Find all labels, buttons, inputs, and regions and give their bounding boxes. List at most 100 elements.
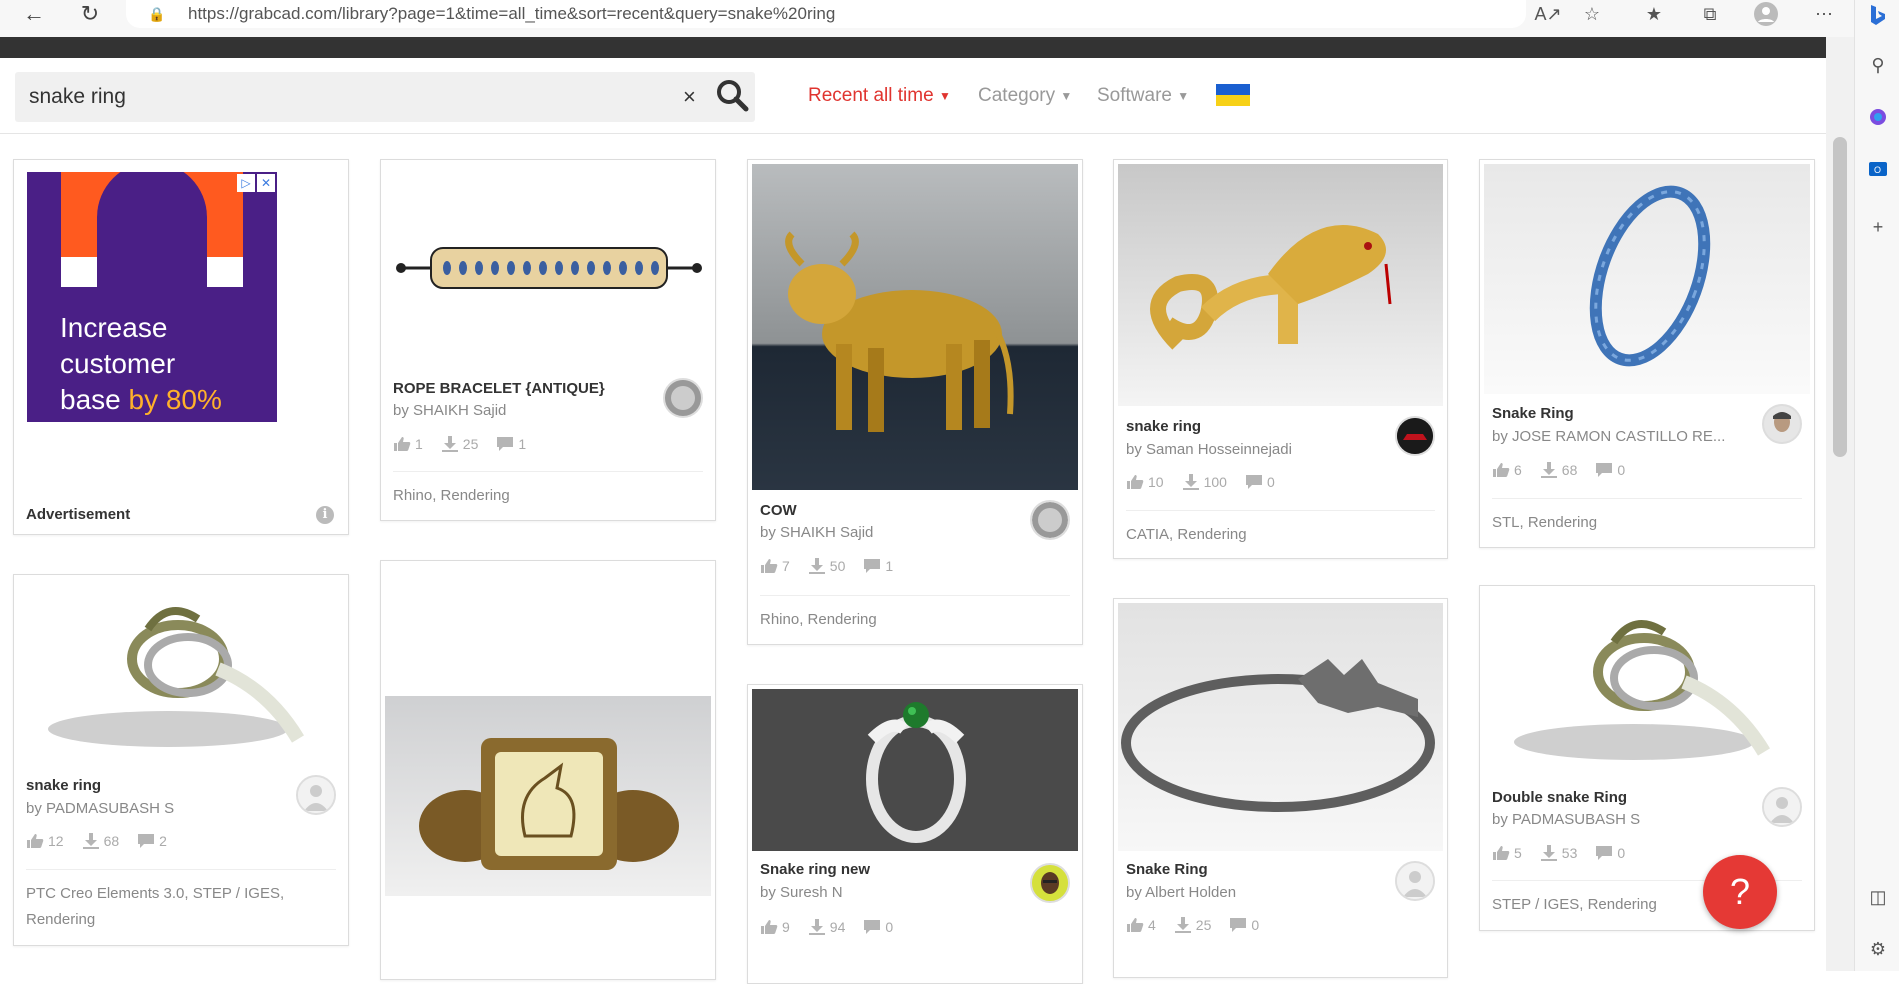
model-author[interactable]: by Albert Holden <box>1126 884 1376 901</box>
more-icon[interactable]: ⋯ <box>1806 0 1842 28</box>
info-icon[interactable]: i <box>316 506 334 524</box>
model-title[interactable]: Snake ring new <box>760 861 870 878</box>
model-card[interactable]: ROPE BRACELET {ANTIQUE} by SHAIKH Sajid … <box>380 159 716 521</box>
search-icon[interactable] <box>715 78 749 112</box>
comments-count: 1 <box>518 436 527 452</box>
avatar[interactable] <box>663 378 703 418</box>
collections-icon[interactable]: ⧉ <box>1692 0 1728 28</box>
time-filter-label: Recent all time <box>808 85 934 106</box>
downloads-stat: 100 <box>1182 474 1227 490</box>
comment-icon <box>497 437 514 451</box>
downloads-count: 25 <box>1195 917 1212 933</box>
avatar[interactable] <box>1762 787 1802 827</box>
read-aloud-icon[interactable]: A↗ <box>1530 0 1566 28</box>
model-thumbnail[interactable] <box>18 579 344 765</box>
model-title[interactable]: Double snake Ring <box>1492 789 1627 806</box>
model-author[interactable]: by JOSE RAMON CASTILLO RE... <box>1492 428 1732 445</box>
bing-icon[interactable] <box>1865 2 1891 28</box>
profile-icon[interactable] <box>1748 0 1784 28</box>
model-card[interactable]: snake ring by Saman Hosseinnejadi 10 100… <box>1113 159 1448 559</box>
model-title[interactable]: Snake Ring <box>1492 405 1574 422</box>
model-card[interactable]: COW by SHAIKH Sajid 7 50 1 Rhino, Render… <box>747 159 1083 645</box>
software-filter-dropdown[interactable]: Software ▼ <box>1097 85 1189 107</box>
sidebar-toggle-icon[interactable]: ◫ <box>1865 884 1891 910</box>
search-input[interactable] <box>29 82 669 112</box>
model-author[interactable]: by SHAIKH Sajid <box>760 524 1010 541</box>
outlook-icon[interactable]: O <box>1865 156 1891 182</box>
ad-close-icon[interactable]: ✕ <box>257 174 275 192</box>
model-author[interactable]: by SHAIKH Sajid <box>393 402 643 419</box>
comment-icon <box>1596 846 1613 860</box>
likes-count: 5 <box>1514 845 1522 861</box>
model-card[interactable]: snake ring by PADMASUBASH S 12 68 2 PTC … <box>13 574 349 946</box>
thumbs-up-icon <box>761 559 778 573</box>
avatar[interactable] <box>296 775 336 815</box>
model-title[interactable]: snake ring <box>26 777 101 794</box>
comments-count: 0 <box>1617 845 1626 861</box>
help-button[interactable]: ? <box>1703 855 1777 929</box>
model-tags: CATIA, Rendering <box>1126 526 1247 543</box>
caret-down-icon: ▼ <box>1177 88 1190 103</box>
avatar[interactable] <box>1395 861 1435 901</box>
settings-icon[interactable]: ⚙ <box>1865 936 1891 962</box>
model-thumbnail[interactable] <box>752 164 1078 490</box>
back-icon[interactable]: ← <box>16 0 52 28</box>
model-title[interactable]: snake ring <box>1126 418 1201 435</box>
model-author[interactable]: by Saman Hosseinnejadi <box>1126 441 1376 458</box>
model-card[interactable]: Snake ring new by Suresh N 9 94 0 <box>747 684 1083 984</box>
download-icon <box>82 833 99 849</box>
page-scrollbar[interactable] <box>1826 37 1854 971</box>
address-url[interactable]: https://grabcad.com/library?page=1&time=… <box>188 4 835 24</box>
avatar[interactable] <box>1395 416 1435 456</box>
svg-text:O: O <box>1874 165 1881 175</box>
time-filter-dropdown[interactable]: Recent all time ▼ <box>808 85 951 107</box>
likes-count: 6 <box>1514 462 1522 478</box>
model-tags: Rhino, Rendering <box>393 487 510 504</box>
model-thumbnail[interactable] <box>385 164 711 364</box>
model-author[interactable]: by PADMASUBASH S <box>26 800 276 817</box>
copilot-icon[interactable] <box>1865 104 1891 130</box>
ukraine-flag-icon[interactable] <box>1216 84 1250 106</box>
comment-icon <box>1245 475 1262 489</box>
ad-choices-icon[interactable]: ▷ <box>237 174 255 192</box>
avatar[interactable] <box>1030 500 1070 540</box>
download-icon <box>1540 462 1557 478</box>
model-card[interactable]: Snake Ring by Albert Holden 4 25 0 <box>1113 598 1448 978</box>
address-bar[interactable]: 🔒 https://grabcad.com/library?page=1&tim… <box>126 0 1526 28</box>
model-title[interactable]: Snake Ring <box>1126 861 1208 878</box>
model-tags: PTC Creo Elements 3.0, STEP / IGES, Rend… <box>26 885 285 928</box>
avatar[interactable] <box>1762 404 1802 444</box>
favorites-icon[interactable]: ★ <box>1636 0 1672 28</box>
model-title[interactable]: ROPE BRACELET {ANTIQUE} <box>393 380 605 397</box>
refresh-icon[interactable]: ↻ <box>72 0 108 28</box>
card-divider <box>393 471 703 472</box>
comment-icon <box>1596 463 1613 477</box>
edge-sidebar: ⚲ O + ◫ ⚙ <box>1854 0 1899 971</box>
model-thumbnail[interactable] <box>1484 590 1810 780</box>
clear-search-icon[interactable]: × <box>683 84 696 110</box>
model-card[interactable] <box>380 560 716 980</box>
scrollbar-thumb[interactable] <box>1833 137 1847 457</box>
model-thumbnail[interactable] <box>1118 164 1443 406</box>
search-sidebar-icon[interactable]: ⚲ <box>1865 52 1891 78</box>
category-filter-dropdown[interactable]: Category ▼ <box>978 85 1072 107</box>
avatar[interactable] <box>1030 863 1070 903</box>
model-thumbnail[interactable] <box>752 689 1078 851</box>
likes-count: 12 <box>48 833 64 849</box>
category-filter-label: Category <box>978 85 1056 106</box>
model-author[interactable]: by Suresh N <box>760 884 1010 901</box>
model-thumbnail[interactable] <box>385 696 711 896</box>
ad-text: Increase customer base by 80% <box>60 310 222 418</box>
model-card[interactable]: Snake Ring by JOSE RAMON CASTILLO RE... … <box>1479 159 1815 548</box>
add-favorite-icon[interactable]: ☆ <box>1574 0 1610 28</box>
model-title[interactable]: COW <box>760 502 797 519</box>
downloads-count: 68 <box>1561 462 1578 478</box>
model-thumbnail[interactable] <box>1118 603 1443 851</box>
model-thumbnail[interactable] <box>1484 164 1810 394</box>
model-author[interactable]: by PADMASUBASH S <box>1492 811 1742 828</box>
comments-count: 1 <box>885 558 894 574</box>
ad-banner[interactable]: ▷ ✕ Increase customer base by 80% <box>27 172 277 422</box>
add-sidebar-icon[interactable]: + <box>1865 214 1891 240</box>
thumbs-up-icon <box>1127 918 1144 932</box>
downloads-stat: 53 <box>1540 845 1577 861</box>
